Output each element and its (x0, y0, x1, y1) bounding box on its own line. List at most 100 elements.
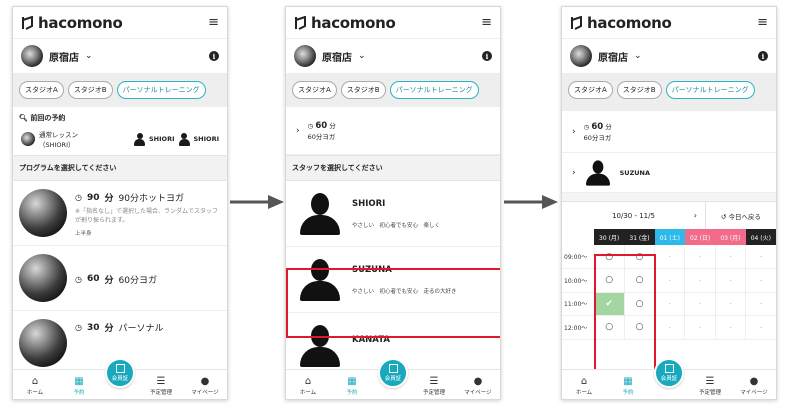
store-avatar (21, 45, 43, 67)
time-label: 10:00～ (562, 268, 594, 293)
studio-chip-b[interactable]: スタジオB (340, 81, 386, 99)
slot-cell: - (684, 315, 716, 340)
store-avatar (294, 45, 316, 67)
slot-cell: - (714, 315, 746, 340)
tab-reserve[interactable]: ▦ 予約 (61, 376, 97, 396)
selected-program-name: 60分ヨガ (583, 134, 612, 142)
hamburger-menu-icon[interactable]: ≡ (481, 15, 492, 30)
brand-logo-icon (22, 15, 33, 30)
tab-mypage[interactable]: ● マイページ (736, 376, 772, 396)
screen-program-select: hacomono ≡ 原宿店 ⌄ i スタジオA スタジオB パーソナルトレーニ… (12, 6, 228, 400)
staff-item-shiori[interactable]: SHIORI やさしい 初心者でも安心 楽しく (286, 181, 500, 247)
tab-schedule[interactable]: ☰ 予定管理 (143, 376, 179, 396)
tab-reserve[interactable]: ▦ 予約 (334, 376, 370, 396)
user-icon: ● (200, 376, 210, 387)
home-icon: ⌂ (304, 376, 312, 387)
studio-chips: スタジオA スタジオB パーソナルトレーニング (562, 73, 776, 111)
program-name: 90分ホットヨガ (118, 194, 184, 204)
tab-home[interactable]: ⌂ ホーム (290, 376, 326, 396)
hamburger-menu-icon[interactable]: ≡ (757, 15, 768, 30)
slot-cell: - (684, 268, 716, 293)
list-icon: ☰ (156, 376, 166, 387)
day-header: 03 (月) (715, 229, 746, 245)
home-icon: ⌂ (31, 376, 39, 387)
tab-home[interactable]: ⌂ ホーム (566, 376, 602, 396)
slot-cell: - (684, 292, 716, 316)
qr-code-icon (664, 364, 674, 373)
tab-mypage[interactable]: ● マイページ (187, 376, 223, 396)
hamburger-menu-icon[interactable]: ≡ (208, 15, 219, 30)
program-item[interactable]: ◷ 60 分 60分ヨガ (13, 246, 227, 311)
studio-chip-a[interactable]: スタジオA (292, 81, 337, 99)
store-selector[interactable]: 原宿店 ⌄ i (13, 39, 227, 73)
slot-cell: - (684, 245, 716, 269)
info-icon[interactable]: i (209, 51, 219, 61)
slot-cell: - (654, 315, 685, 340)
slot-cell: - (714, 268, 746, 293)
bottom-tab-bar: ⌂ ホーム ▦ 予約 会員証 ☰ 予定管理 ● マイページ (13, 358, 227, 399)
clock-icon: ◷ (75, 323, 82, 332)
studio-chip-a[interactable]: スタジオA (568, 81, 613, 99)
tab-reserve[interactable]: ▦ 予約 (610, 376, 646, 396)
undo-icon: ↺ (720, 212, 727, 221)
search-icon: 🔍︎ (19, 114, 28, 122)
selected-staff-name: SUZUNA (619, 168, 651, 177)
day-header: 02 (日) (684, 229, 716, 245)
calendar-icon: ▦ (347, 376, 357, 387)
studio-chip-b[interactable]: スタジオB (67, 81, 113, 99)
tab-schedule[interactable]: ☰ 予定管理 (692, 376, 728, 396)
previous-reservation-row[interactable]: 通常レッスン （SHIORI） SHIORI SHIORI (13, 127, 227, 155)
selected-staff-row[interactable]: › SUZUNA (562, 153, 776, 193)
studio-chip-personal[interactable]: パーソナルトレーニング (116, 81, 206, 99)
day-header: 04 (火) (745, 229, 776, 245)
screen-time-select: hacomono ≡ 原宿店 ⌄ i スタジオA スタジオB パーソナルトレーニ… (561, 6, 777, 400)
info-icon[interactable]: i (758, 51, 768, 61)
chevron-down-icon: ⌄ (358, 51, 366, 61)
program-tag: 上半身 (75, 231, 92, 237)
bottom-tab-bar: ⌂ ホーム ▦ 予約 会員証 ☰ 予定管理 ● マイページ (286, 358, 500, 399)
chevron-right-icon: › (572, 126, 576, 137)
member-card-button[interactable]: 会員証 (378, 358, 408, 388)
info-icon[interactable]: i (482, 51, 492, 61)
program-name: パーソナル (118, 324, 164, 334)
brand-name: hacomono (311, 13, 396, 32)
program-image (19, 319, 67, 367)
studio-chip-b[interactable]: スタジオB (616, 81, 662, 99)
home-icon: ⌂ (580, 376, 588, 387)
flow-arrow-icon (230, 195, 284, 209)
selected-program-row[interactable]: › ◷ 60 分 60分ヨガ (286, 107, 500, 155)
tab-home[interactable]: ⌂ ホーム (17, 376, 53, 396)
selected-program-row[interactable]: › ◷ 60 分 60分ヨガ (562, 111, 776, 153)
studio-chip-personal[interactable]: パーソナルトレーニング (665, 81, 755, 99)
program-name: 60分ヨガ (118, 275, 157, 286)
previous-staff-list: SHIORI SHIORI (134, 132, 220, 146)
chevron-right-icon[interactable]: › (694, 211, 697, 220)
clock-icon: ◷ (75, 193, 82, 202)
back-to-today-button[interactable]: ↺ 今日へ戻る (706, 211, 776, 221)
brand-logo: hacomono (294, 14, 396, 32)
tab-mypage[interactable]: ● マイページ (460, 376, 496, 396)
studio-chip-a[interactable]: スタジオA (19, 81, 64, 99)
member-card-button[interactable]: 会員証 (654, 358, 684, 388)
slot-cell: - (745, 245, 776, 269)
slot-cell: - (714, 245, 746, 269)
slot-cell: - (654, 292, 685, 316)
app-header: hacomono ≡ (562, 7, 776, 39)
highlight-box (286, 268, 500, 338)
program-image (19, 254, 67, 302)
previous-staff-a: SHIORI (149, 135, 175, 143)
brand-name: hacomono (587, 13, 672, 32)
staff-avatar-icon (585, 159, 610, 186)
member-card-button[interactable]: 会員証 (105, 358, 135, 388)
clock-icon: ◷ (583, 123, 590, 131)
store-selector[interactable]: 原宿店 ⌄ i (286, 39, 500, 73)
store-name: 原宿店 (322, 52, 352, 64)
user-icon: ● (749, 376, 759, 387)
studio-chip-personal[interactable]: パーソナルトレーニング (389, 81, 479, 99)
tab-schedule[interactable]: ☰ 予定管理 (416, 376, 452, 396)
previous-staff-b: SHIORI (193, 135, 220, 143)
program-item[interactable]: ◷ 90 分 90分ホットヨガ ※「指名なし」で選択した場合、ランダムでスタッフが… (13, 181, 227, 246)
selected-program-name: 60分ヨガ (307, 133, 336, 141)
day-header: 31 (金) (624, 229, 655, 245)
store-selector[interactable]: 原宿店 ⌄ i (562, 39, 776, 73)
